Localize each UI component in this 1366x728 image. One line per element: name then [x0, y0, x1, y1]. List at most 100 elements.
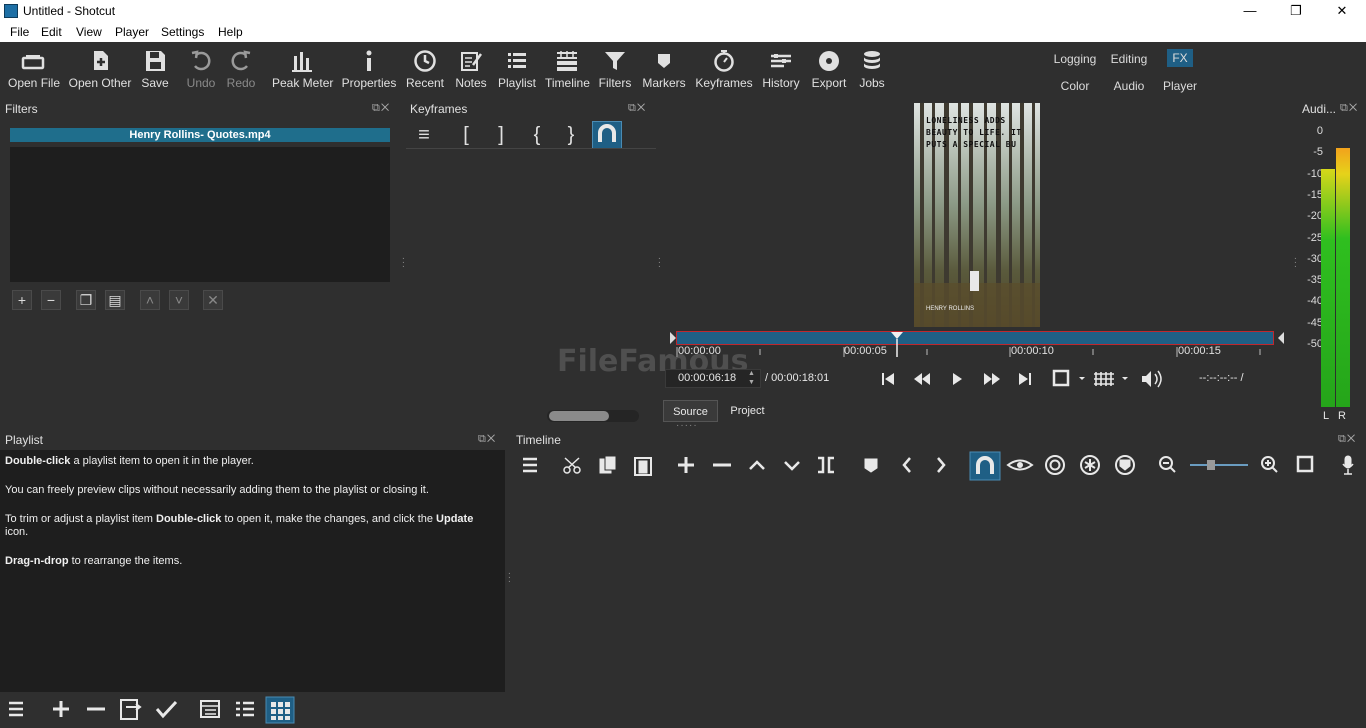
deselect-filter-button[interactable]: ✕ — [203, 290, 223, 310]
copy-icon[interactable] — [599, 455, 617, 474]
menu-file[interactable]: File — [10, 25, 29, 39]
ripple-markers-icon[interactable] — [1115, 455, 1135, 475]
timeline-button[interactable]: Timeline — [545, 48, 590, 90]
scrub-while-dragging-icon[interactable] — [1006, 459, 1034, 471]
timeline-dock-controls[interactable]: ⧉✕ — [1338, 433, 1356, 446]
filters-dock-controls[interactable]: ⧉✕ — [372, 102, 390, 115]
menu-player[interactable]: Player — [115, 25, 149, 39]
notes-button[interactable]: Notes — [453, 48, 489, 90]
scrubber-bar[interactable] — [676, 331, 1274, 345]
minimize-button[interactable]: — — [1227, 0, 1273, 23]
zoom-out-icon[interactable] — [1159, 456, 1176, 473]
timecode-spinner[interactable]: ▲ ▼ — [748, 369, 755, 387]
playlist-menu-icon[interactable] — [9, 701, 23, 717]
history-button[interactable]: History — [761, 48, 801, 90]
playlist-list-view-icon[interactable] — [236, 701, 254, 717]
remove-filter-button[interactable]: − — [41, 290, 61, 310]
filters-button[interactable]: Filters — [597, 48, 633, 90]
keyframe-in-button[interactable]: [ — [452, 122, 480, 148]
splitter-grip[interactable]: ... — [658, 252, 661, 270]
layout-logging[interactable]: Logging — [1052, 52, 1098, 66]
maximize-button[interactable]: ❐ — [1273, 0, 1319, 23]
recent-button[interactable]: Recent — [405, 48, 445, 90]
menu-edit[interactable]: Edit — [41, 25, 62, 39]
ripple-all-tracks-icon[interactable] — [1080, 455, 1100, 475]
keyframes-button[interactable]: Keyframes — [694, 48, 754, 90]
keyframe-next-button[interactable]: } — [557, 122, 585, 148]
splitter-grip[interactable]: ... — [402, 252, 405, 270]
next-marker-icon[interactable] — [937, 457, 946, 473]
playlist-icon-view-icon[interactable] — [265, 696, 295, 724]
markers-button[interactable]: Markers — [641, 48, 687, 90]
menu-help[interactable]: Help — [218, 25, 243, 39]
playlist-details-view-icon[interactable] — [200, 700, 220, 718]
layout-editing[interactable]: Editing — [1108, 52, 1150, 66]
filters-list[interactable] — [10, 147, 390, 282]
timeline-snap-button[interactable] — [969, 451, 1001, 481]
add-filter-button[interactable]: + — [12, 290, 32, 310]
layout-audio[interactable]: Audio — [1108, 79, 1150, 93]
zoom-fit-icon[interactable] — [1052, 369, 1085, 387]
playlist-button[interactable]: Playlist — [497, 48, 537, 90]
undo-button[interactable]: Undo — [185, 48, 217, 90]
keyframes-menu-button[interactable]: ≡ — [410, 122, 438, 148]
playhead[interactable] — [890, 331, 904, 357]
playlist-dock-controls[interactable]: ⧉✕ — [478, 433, 496, 446]
zoom-slider[interactable] — [1190, 460, 1248, 470]
horizontal-scrollbar-track[interactable] — [547, 410, 639, 422]
volume-icon[interactable] — [1142, 370, 1162, 388]
rewind-icon[interactable] — [914, 373, 930, 385]
playlist-add-icon[interactable] — [53, 701, 69, 717]
keyframe-prev-button[interactable]: { — [523, 122, 551, 148]
menu-view[interactable]: View — [76, 25, 102, 39]
record-audio-icon[interactable] — [1342, 455, 1354, 475]
zoom-slider-handle[interactable] — [1207, 460, 1215, 470]
zoom-timeline-fit-icon[interactable] — [1296, 455, 1314, 473]
horizontal-scrollbar-thumb[interactable] — [549, 411, 609, 421]
close-button[interactable]: ✕ — [1319, 0, 1365, 23]
layout-color[interactable]: Color — [1054, 79, 1096, 93]
cut-icon[interactable] — [563, 457, 581, 474]
tab-project[interactable]: Project — [720, 400, 775, 422]
peak-meter-button[interactable]: Peak Meter — [272, 48, 333, 90]
layout-player[interactable]: Player — [1159, 79, 1201, 93]
video-preview[interactable]: LONELINESS ADDS BEAUTY TO LIFE. IT PUTS … — [914, 103, 1040, 327]
timeline-menu-icon[interactable] — [523, 457, 537, 473]
splitter-grip[interactable]: ····· — [676, 420, 698, 431]
redo-button[interactable]: Redo — [225, 48, 257, 90]
open-file-button[interactable]: Open File — [8, 48, 60, 90]
skip-to-start-icon[interactable] — [882, 373, 894, 385]
splitter-grip[interactable]: ... — [508, 567, 511, 585]
splitter-grip[interactable]: ... — [1294, 252, 1297, 270]
overwrite-icon[interactable] — [784, 461, 800, 471]
layout-fx[interactable]: FX — [1167, 49, 1193, 67]
keyframes-dock-controls[interactable]: ⧉✕ — [628, 102, 646, 115]
paste-icon[interactable] — [634, 457, 652, 476]
previous-marker-icon[interactable] — [902, 457, 911, 473]
move-filter-up-button[interactable]: ˄ — [140, 290, 160, 310]
copy-filter-button[interactable]: ❐ — [76, 290, 96, 310]
properties-button[interactable]: Properties — [340, 48, 398, 90]
open-other-button[interactable]: Open Other — [68, 48, 132, 90]
playlist-update-icon[interactable] — [120, 699, 142, 720]
tab-source[interactable]: Source — [663, 400, 718, 422]
keyframes-snap-button[interactable] — [592, 121, 622, 149]
save-button[interactable]: Save — [139, 48, 171, 90]
grid-icon[interactable] — [1094, 372, 1128, 386]
lift-icon[interactable] — [749, 460, 765, 470]
fast-forward-icon[interactable] — [984, 373, 1000, 385]
move-filter-down-button[interactable]: ˅ — [169, 290, 189, 310]
export-button[interactable]: Export — [809, 48, 849, 90]
skip-to-end-icon[interactable] — [1019, 373, 1031, 385]
append-icon[interactable] — [678, 457, 694, 473]
add-marker-icon[interactable] — [864, 458, 878, 473]
playlist-apply-icon[interactable] — [155, 700, 178, 719]
zoom-in-icon[interactable] — [1261, 456, 1278, 473]
ripple-icon[interactable] — [1045, 455, 1065, 475]
audio-dock-controls[interactable]: ⧉✕ — [1340, 102, 1358, 115]
keyframe-out-button[interactable]: ] — [487, 122, 515, 148]
split-icon[interactable] — [818, 456, 834, 474]
timeline-tracks-area[interactable] — [512, 450, 1366, 728]
menu-settings[interactable]: Settings — [161, 25, 204, 39]
play-icon[interactable] — [953, 373, 962, 385]
